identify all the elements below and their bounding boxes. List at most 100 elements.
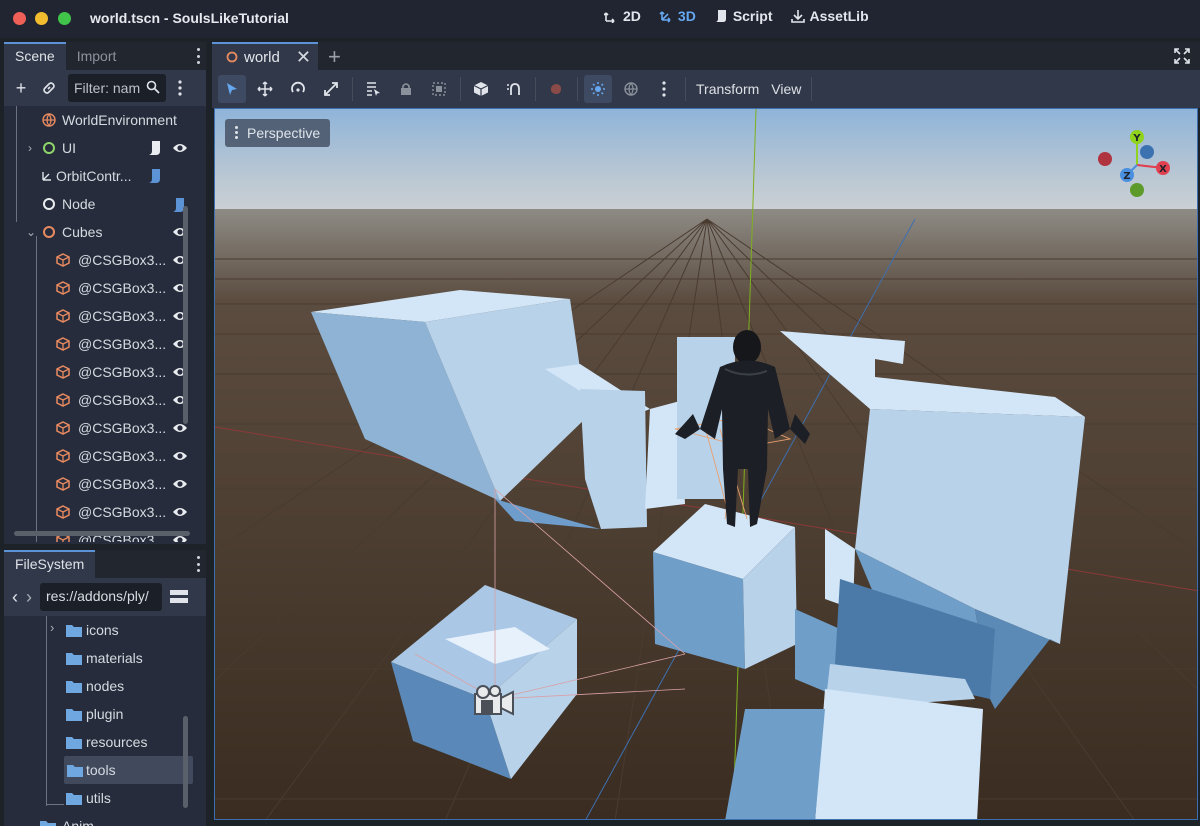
local-space-button[interactable] — [467, 75, 495, 103]
path-field[interactable]: res://addons/ply/ — [40, 583, 162, 611]
file-tree-item[interactable]: Anim — [4, 812, 194, 826]
expand-arrow-icon[interactable]: › — [50, 620, 54, 635]
collapse-arrow-icon[interactable]: ⌄ — [26, 225, 36, 239]
visibility-eye-icon[interactable] — [172, 449, 188, 463]
tab-assetlib[interactable]: AssetLib — [790, 8, 869, 24]
perspective-menu-button[interactable]: Perspective — [225, 119, 331, 147]
tab-2d[interactable]: 2D — [604, 8, 641, 24]
file-tree-scrollbar[interactable] — [183, 716, 188, 808]
tree-item-csgbox[interactable]: @CSGBox3... — [4, 386, 194, 414]
file-tree-item[interactable]: nodes — [4, 672, 194, 700]
node3d-icon — [43, 226, 55, 238]
viewport-toolbar: Transform View — [212, 70, 1200, 108]
tree-item-csgbox[interactable]: @CSGBox3... — [4, 274, 194, 302]
3d-viewport[interactable]: Perspective Y X Z — [214, 108, 1198, 820]
tree-item-csgbox[interactable]: @CSGBox3... — [4, 330, 194, 358]
tree-item-node[interactable]: Node — [4, 190, 194, 218]
add-node-icon[interactable]: + — [12, 78, 30, 98]
node3d-icon — [226, 51, 238, 63]
view-menu[interactable]: View — [771, 81, 801, 97]
visibility-eye-icon[interactable] — [172, 141, 188, 155]
script-icon[interactable] — [148, 140, 162, 156]
list-select-button[interactable] — [359, 75, 387, 103]
tab-filesystem[interactable]: FileSystem — [4, 550, 96, 578]
file-tree-item[interactable]: plugin — [4, 700, 194, 728]
tree-item-label: @CSGBox3... — [78, 504, 167, 520]
lock-button[interactable] — [392, 75, 420, 103]
file-tree-item-label: Anim — [62, 818, 94, 826]
filter-placeholder: Filter: nam — [74, 80, 141, 96]
scene-options-icon[interactable] — [176, 79, 184, 97]
tree-item-csgbox[interactable]: @CSGBox3... — [4, 302, 194, 330]
environment-options-icon[interactable] — [650, 75, 678, 103]
select-tool-button[interactable] — [218, 75, 246, 103]
tree-item-label: WorldEnvironment — [62, 112, 177, 128]
back-icon[interactable]: ‹ — [12, 587, 18, 608]
folder-icon — [66, 681, 82, 693]
tree-item-csgbox[interactable]: @CSGBox3... — [4, 414, 194, 442]
tab-script-label: Script — [732, 8, 773, 24]
scene-tab-label: world — [244, 48, 280, 66]
file-tree-item[interactable]: tools — [64, 756, 193, 784]
tab-3d[interactable]: 3D — [659, 8, 696, 24]
tree-item-cubes[interactable]: ⌄ Cubes — [4, 218, 194, 246]
menu-dots-icon — [235, 126, 238, 139]
minimize-window-button[interactable] — [35, 12, 48, 25]
tree-item-csgbox[interactable]: @CSGBox3... — [4, 470, 194, 498]
file-tree-item[interactable]: resources — [4, 728, 194, 756]
tab-import[interactable]: Import — [66, 42, 128, 70]
snap-icon — [507, 83, 520, 95]
dock-menu-icon[interactable] — [196, 48, 200, 64]
orientation-gizmo[interactable]: Y X Z — [1097, 125, 1177, 205]
tree-item-worldenvironment[interactable]: WorldEnvironment — [4, 106, 194, 134]
skeleton-button[interactable] — [542, 75, 570, 103]
file-tree-item[interactable]: › icons — [4, 616, 194, 644]
add-scene-tab-icon[interactable]: + — [328, 44, 341, 70]
move-tool-button[interactable] — [251, 75, 279, 103]
tree-item-csgbox[interactable]: @CSGBox3... — [4, 358, 194, 386]
tree-item-ui[interactable]: › UI — [4, 134, 194, 162]
tree-item-label: @CSGBox3... — [78, 336, 167, 352]
group-button[interactable] — [425, 75, 453, 103]
tree-item-orbitcontrols[interactable]: OrbitContr... — [4, 162, 194, 190]
tree-item-label: @CSGBox3... — [78, 448, 167, 464]
link-icon[interactable] — [40, 79, 58, 97]
csgbox-icon — [56, 281, 70, 295]
maximize-window-button[interactable] — [58, 12, 71, 25]
file-tree-item[interactable]: materials — [4, 644, 194, 672]
node-icon — [43, 198, 55, 210]
filter-nodes-input[interactable]: Filter: nam — [68, 74, 166, 102]
tree-item-csgbox[interactable]: @CSGBox3... — [4, 442, 194, 470]
expand-arrow-icon[interactable]: › — [28, 141, 32, 155]
tree-item-csgbox[interactable]: @CSGBox3... — [4, 498, 194, 526]
rotate-tool-button[interactable] — [284, 75, 312, 103]
close-tab-icon[interactable]: ✕ — [296, 47, 311, 68]
toolbar-separator — [577, 77, 578, 101]
tab-scene[interactable]: Scene — [4, 42, 66, 70]
script-icon[interactable] — [148, 168, 162, 184]
folder-icon — [40, 821, 56, 826]
visibility-eye-icon[interactable] — [172, 505, 188, 519]
tab-script[interactable]: Script — [714, 8, 773, 24]
perspective-label: Perspective — [247, 125, 321, 141]
close-window-button[interactable] — [13, 12, 26, 25]
scene-tabs: world ✕ + — [212, 42, 1200, 70]
transform-menu[interactable]: Transform — [696, 81, 759, 97]
tree-item-csgbox[interactable]: @CSGBox3... — [4, 246, 194, 274]
scene-tree-hscrollbar[interactable] — [14, 531, 190, 536]
folder-icon — [66, 653, 82, 665]
dock-menu-icon[interactable] — [196, 556, 200, 572]
forward-icon[interactable]: › — [26, 587, 32, 608]
3d-icon — [659, 11, 671, 23]
list-view-icon[interactable] — [170, 589, 188, 605]
visibility-eye-icon[interactable] — [172, 477, 188, 491]
file-tree-item-label: tools — [86, 762, 116, 778]
preview-environment-button[interactable] — [617, 75, 645, 103]
file-tree-item[interactable]: utils — [4, 784, 194, 812]
scene-tab-world[interactable]: world ✕ — [212, 42, 318, 70]
snap-button[interactable] — [500, 75, 528, 103]
scene-tree-scrollbar[interactable] — [183, 206, 188, 424]
preview-sun-button[interactable] — [584, 75, 612, 103]
scale-tool-button[interactable] — [317, 75, 345, 103]
fullscreen-icon[interactable] — [1174, 48, 1190, 64]
